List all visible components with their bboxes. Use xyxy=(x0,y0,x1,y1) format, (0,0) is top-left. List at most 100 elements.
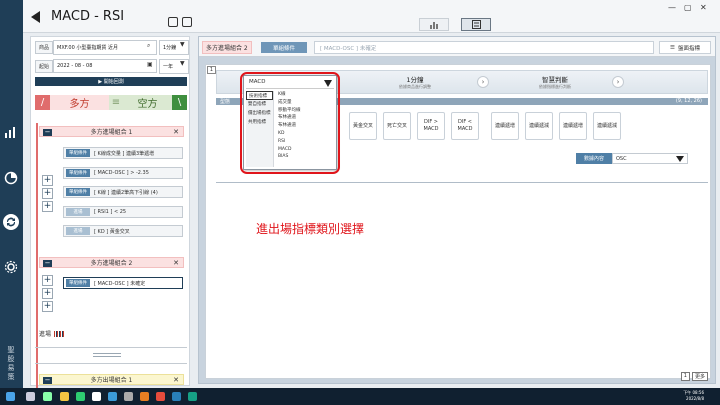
mode-cell[interactable]: 智慧判斷 依據指標進行判斷 xyxy=(520,74,590,90)
interval-sub: 依據商品進行調整 xyxy=(399,84,431,89)
condition-text: [ MACD-OSC ] 未確定 xyxy=(94,280,146,287)
collapse-icon[interactable]: − xyxy=(43,260,52,267)
add-condition-button[interactable]: + xyxy=(42,188,53,199)
group-title: 多方進場組合 2 xyxy=(90,260,133,267)
minimize-icon[interactable]: — xyxy=(668,3,676,12)
condition-badge: 單組條件 xyxy=(66,169,90,177)
dif-gt-macd-button[interactable]: DIF > MACD xyxy=(417,112,445,140)
consecutive-decrease-button[interactable]: 連續遞減 xyxy=(525,112,553,140)
page-more[interactable]: 更多 xyxy=(691,372,708,381)
info-icon[interactable] xyxy=(168,17,178,27)
add-condition-button[interactable]: + xyxy=(42,175,53,186)
dif-lt-macd-button[interactable]: DIF < MACD xyxy=(451,112,479,140)
entry-tag[interactable]: 進場 xyxy=(39,329,65,338)
add-condition-button[interactable]: + xyxy=(42,201,53,212)
maximize-icon[interactable]: ▢ xyxy=(684,3,692,12)
pie-chart-icon[interactable] xyxy=(3,170,19,186)
group-title: 多方進場組合 1 xyxy=(90,129,133,136)
windows-start-icon[interactable] xyxy=(6,392,15,401)
app-icon[interactable] xyxy=(140,392,149,401)
start-backtest-button[interactable]: ▶ 開始回測 xyxy=(35,77,187,86)
entry-color-icon xyxy=(54,330,65,337)
app-icon[interactable] xyxy=(188,392,197,401)
date-field[interactable]: 2022 - 08 - 08 xyxy=(53,59,157,73)
collapse-icon[interactable]: − xyxy=(43,129,52,136)
condition-row[interactable]: 單組條件 [ MACD-OSC ] > -2.35 xyxy=(63,167,183,179)
bar-chart-icon xyxy=(430,21,438,29)
brand-text: 聖 股 易 策 xyxy=(7,346,15,381)
task-view-icon[interactable] xyxy=(43,392,52,401)
strategy-panel: 商品 MXF.00 小型臺指期貨 近月 ⌕ 1分鐘 ▼ 起始 2022 - 08… xyxy=(30,36,190,393)
product-field[interactable]: MXF.00 小型臺指期貨 近月 xyxy=(53,40,157,55)
work-number: 1 xyxy=(207,66,216,74)
long-slash-icon: / xyxy=(35,95,50,110)
combo-tag: 多方進場組合 2 xyxy=(202,41,252,54)
app-icon[interactable] xyxy=(124,392,133,401)
chevron-right-icon[interactable]: › xyxy=(612,76,624,88)
calendar-icon[interactable]: ▣ xyxy=(147,61,153,68)
interval-main: 1分鐘 xyxy=(406,76,424,84)
group-header-2: − 多方進場組合 2 ✕ xyxy=(39,257,184,268)
pattern-label: 型態 xyxy=(220,99,231,105)
params-label: (9, 12, 26) xyxy=(675,98,702,104)
chevron-right-icon[interactable]: › xyxy=(477,76,489,88)
chart-indicator-button[interactable]: ☰ 盤面指標 xyxy=(659,41,711,54)
app-icon[interactable] xyxy=(92,392,101,401)
consecutive-decrease-button[interactable]: 連續遞減 xyxy=(593,112,621,140)
condition-row[interactable]: 單組條件 [ MACD-OSC ] 未確定 xyxy=(63,277,183,289)
consecutive-increase-button[interactable]: 連續遞增 xyxy=(491,112,519,140)
close-icon[interactable]: ✕ xyxy=(173,128,179,136)
highlight-outline xyxy=(240,72,340,174)
data-content-label: 數據內容 xyxy=(576,153,612,164)
system-clock: 下午 08:56 2022/8/8 xyxy=(683,390,704,402)
add-condition-button[interactable]: + xyxy=(42,301,53,312)
search-icon[interactable]: ⌕ xyxy=(147,42,150,50)
app-icon[interactable] xyxy=(108,392,117,401)
death-cross-button[interactable]: 死亡交叉 xyxy=(383,112,411,140)
consecutive-increase-button[interactable]: 連續遞增 xyxy=(559,112,587,140)
sync-icon[interactable] xyxy=(3,214,19,230)
mode-sub: 依據指標進行判斷 xyxy=(539,84,571,89)
condition-row[interactable]: 單組條件 [ K線 ] 連續2筆高下引線 (4) xyxy=(63,186,183,198)
condition-row[interactable]: 進場 [ KD ] 黃金交叉 xyxy=(63,225,183,237)
close-icon[interactable]: ✕ xyxy=(700,3,707,12)
page-number[interactable]: 1 xyxy=(680,372,690,381)
formula-field[interactable]: [ MACD-OSC ] 未確定 xyxy=(314,41,654,54)
single-condition-button[interactable]: 單組條件 xyxy=(261,42,307,53)
tab-short[interactable]: 空方 xyxy=(123,95,172,110)
data-content-select[interactable]: OSC xyxy=(612,153,688,164)
tab-long[interactable]: 多方 xyxy=(50,95,109,110)
drag-handle[interactable] xyxy=(93,353,121,357)
add-condition-button[interactable]: + xyxy=(42,288,53,299)
back-icon[interactable] xyxy=(31,11,40,23)
close-icon[interactable]: ✕ xyxy=(173,376,179,384)
app-title: MACD - RSI xyxy=(51,9,125,24)
bar-chart-icon[interactable] xyxy=(3,124,19,140)
golden-cross-button[interactable]: 黃金交叉 xyxy=(349,112,377,140)
copy-icon[interactable] xyxy=(182,17,192,27)
tab-chart-view[interactable] xyxy=(419,18,449,31)
folder-icon[interactable] xyxy=(60,392,69,401)
list-icon xyxy=(471,20,481,29)
taskbar: 下午 08:56 2022/8/8 xyxy=(0,388,720,405)
search-icon[interactable] xyxy=(26,392,35,401)
tab-list-view[interactable] xyxy=(461,18,491,31)
condition-text: [ K線成交量 ] 連續3筆遞增 xyxy=(94,150,155,157)
group-header-1: − 多方進場組合 1 ✕ xyxy=(39,126,184,137)
mode-main: 智慧判斷 xyxy=(542,76,568,84)
condition-row[interactable]: 進場 [ RSI1 ] < 25 xyxy=(63,206,183,218)
gear-icon[interactable] xyxy=(3,259,19,275)
divider xyxy=(35,347,187,348)
interval-cell[interactable]: 1分鐘 依據商品進行調整 xyxy=(385,74,445,90)
close-icon[interactable]: ✕ xyxy=(173,259,179,267)
long-side-rule xyxy=(36,123,38,393)
condition-row[interactable]: 單組條件 [ K線成交量 ] 連續3筆遞增 xyxy=(63,147,183,159)
data-content-row: 數據內容 OSC xyxy=(576,153,688,164)
add-condition-button[interactable]: + xyxy=(42,275,53,286)
line-app-icon[interactable] xyxy=(76,392,85,401)
app-icon[interactable] xyxy=(172,392,181,401)
collapse-icon[interactable]: − xyxy=(43,377,52,384)
top-bar: MACD - RSI — ▢ ✕ xyxy=(23,0,720,33)
app-icon[interactable] xyxy=(156,392,165,401)
data-content-value: OSC xyxy=(616,155,627,162)
